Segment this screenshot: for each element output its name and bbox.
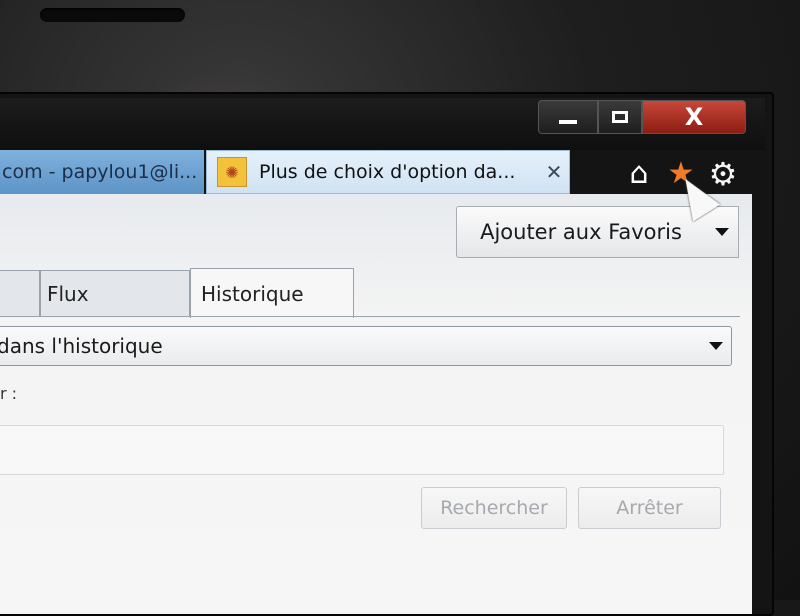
tab-flux[interactable]: Flux [40, 270, 190, 316]
tab-title: Plus de choix d'option da... [259, 161, 516, 183]
minimize-icon [559, 120, 577, 124]
window-controls: X [538, 100, 746, 136]
chevron-down-icon [714, 228, 729, 236]
add-to-favorites-dropdown[interactable] [705, 206, 739, 258]
restore-icon [612, 111, 628, 123]
tab-mail[interactable]: com - papylou1@li... [0, 150, 204, 194]
history-filter-select[interactable]: dans l'historique [0, 326, 732, 366]
tab-close-icon[interactable]: ✕ [539, 160, 569, 184]
add-to-favorites-button[interactable]: Ajouter aux Favoris [456, 206, 706, 258]
tab-divider [0, 316, 740, 317]
tab-favoris[interactable] [0, 270, 40, 316]
select-arrow [701, 342, 731, 350]
search-label: r : [0, 384, 18, 403]
history-search-input[interactable] [0, 425, 724, 475]
minimize-button[interactable] [538, 100, 598, 134]
close-icon: X [684, 103, 704, 131]
stop-button[interactable]: Arrêter [578, 487, 721, 529]
tab-plus-de-choix[interactable]: ✺ Plus de choix d'option da... ✕ [206, 150, 570, 194]
tab-historique[interactable]: Historique [190, 268, 354, 318]
tab-title: com - papylou1@li... [2, 161, 198, 183]
close-button[interactable]: X [642, 100, 746, 134]
history-filter-value: dans l'historique [0, 334, 163, 358]
chevron-down-icon [709, 342, 723, 350]
monitor-bezel-slot [40, 8, 185, 22]
restore-button[interactable] [598, 100, 642, 134]
home-icon[interactable]: ⌂ [618, 152, 660, 196]
search-button[interactable]: Rechercher [421, 487, 567, 529]
sun-favicon-icon: ✺ [217, 157, 247, 187]
